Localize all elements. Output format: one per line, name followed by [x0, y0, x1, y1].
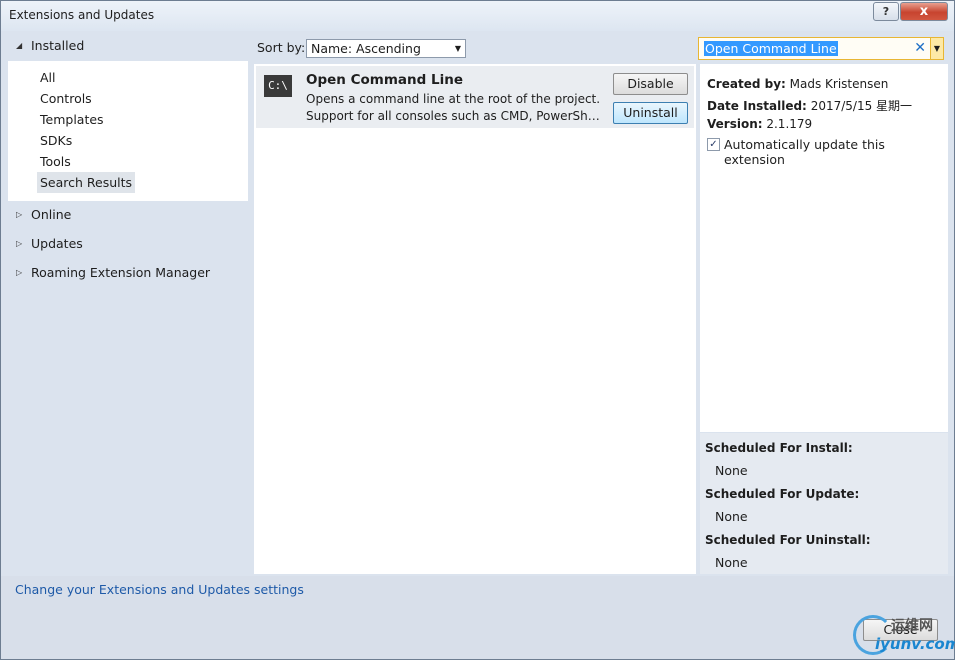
collapsed-triangle-icon: ▷ [16, 239, 23, 248]
nav-item-templates[interactable]: Templates [37, 109, 107, 130]
expanded-triangle-icon: ◢ [16, 41, 23, 50]
clear-search-icon[interactable]: ✕ [914, 40, 926, 56]
command-prompt-icon: C:\ [264, 75, 292, 97]
collapsed-triangle-icon: ▷ [16, 210, 23, 219]
scheduled-panel: Scheduled For Install: None Scheduled Fo… [700, 433, 948, 574]
watermark-text-1: 运维网 [891, 618, 933, 634]
list-item[interactable]: C:\ Open Command Line Opens a command li… [256, 66, 694, 128]
footer: Change your Extensions and Updates setti… [1, 576, 954, 659]
installed-items-panel: All Controls Templates SDKs Tools Search… [8, 61, 248, 201]
nav-section-installed[interactable]: ◢ Installed [8, 34, 248, 58]
scheduled-install-value: None [715, 463, 748, 478]
help-button[interactable]: ? [873, 2, 899, 21]
uninstall-button[interactable]: Uninstall [613, 102, 688, 124]
nav-item-sdks[interactable]: SDKs [37, 130, 75, 151]
dropdown-arrow-icon: ▼ [933, 44, 941, 53]
nav-section-updates[interactable]: ▷ Updates [8, 232, 248, 256]
scheduled-update-label: Scheduled For Update: [705, 487, 860, 501]
created-by-row: Created by: Mads Kristensen [707, 77, 889, 91]
extension-description-line1: Opens a command line at the root of the … [306, 92, 601, 106]
scheduled-update-value: None [715, 509, 748, 524]
scheduled-uninstall-value: None [715, 555, 748, 570]
search-value: Open Command Line [704, 41, 838, 56]
nav-item-search-results[interactable]: Search Results [37, 172, 136, 193]
nav-item-tools[interactable]: Tools [37, 151, 74, 172]
disable-button[interactable]: Disable [613, 73, 688, 95]
scheduled-install-label: Scheduled For Install: [705, 441, 853, 455]
sort-value: Name: Ascending [311, 41, 421, 56]
watermark-text-2: iyunv.com [875, 635, 955, 653]
auto-update-label: Automatically update this extension [724, 137, 885, 167]
settings-link[interactable]: Change your Extensions and Updates setti… [15, 582, 304, 597]
search-dropdown-button[interactable]: ▼ [930, 37, 944, 60]
nav-item-all[interactable]: All [37, 67, 59, 88]
checkmark-icon: ✓ [709, 139, 718, 150]
window-close-button[interactable]: x [900, 2, 948, 21]
sort-label: Sort by: [257, 40, 306, 55]
dropdown-arrow-icon: ▼ [454, 44, 461, 53]
left-nav: ◢ Installed All Controls Templates SDKs … [8, 33, 248, 573]
nav-section-online[interactable]: ▷ Online [8, 203, 248, 227]
created-by-value: Mads Kristensen [789, 77, 889, 91]
search-input[interactable]: Open Command Line ✕ [698, 37, 931, 60]
sort-dropdown[interactable]: Name: Ascending ▼ [306, 39, 466, 58]
scheduled-uninstall-label: Scheduled For Uninstall: [705, 533, 871, 547]
date-installed-row: Date Installed: 2017/5/15 星期一 [707, 99, 913, 113]
version-row: Version: 2.1.179 [707, 117, 813, 131]
window-title: Extensions and Updates [9, 8, 155, 22]
details-panel: Created by: Mads Kristensen Date Install… [700, 64, 948, 432]
auto-update-checkbox[interactable]: ✓ [707, 138, 720, 151]
watermark-logo: 运维网 iyunv.com [853, 613, 955, 657]
date-installed-value: 2017/5/15 星期一 [810, 99, 913, 113]
title-bar: Extensions and Updates ? x [1, 1, 954, 31]
collapsed-triangle-icon: ▷ [16, 268, 23, 277]
extension-name: Open Command Line [306, 72, 464, 88]
version-value: 2.1.179 [766, 117, 813, 131]
extension-list: C:\ Open Command Line Opens a command li… [254, 64, 696, 574]
extension-description-line2: Support for all consoles such as CMD, Po… [306, 109, 606, 123]
nav-item-controls[interactable]: Controls [37, 88, 95, 109]
extensions-dialog: Extensions and Updates ? x ◢ Installed A… [0, 0, 955, 660]
nav-section-roaming[interactable]: ▷ Roaming Extension Manager [8, 261, 248, 285]
